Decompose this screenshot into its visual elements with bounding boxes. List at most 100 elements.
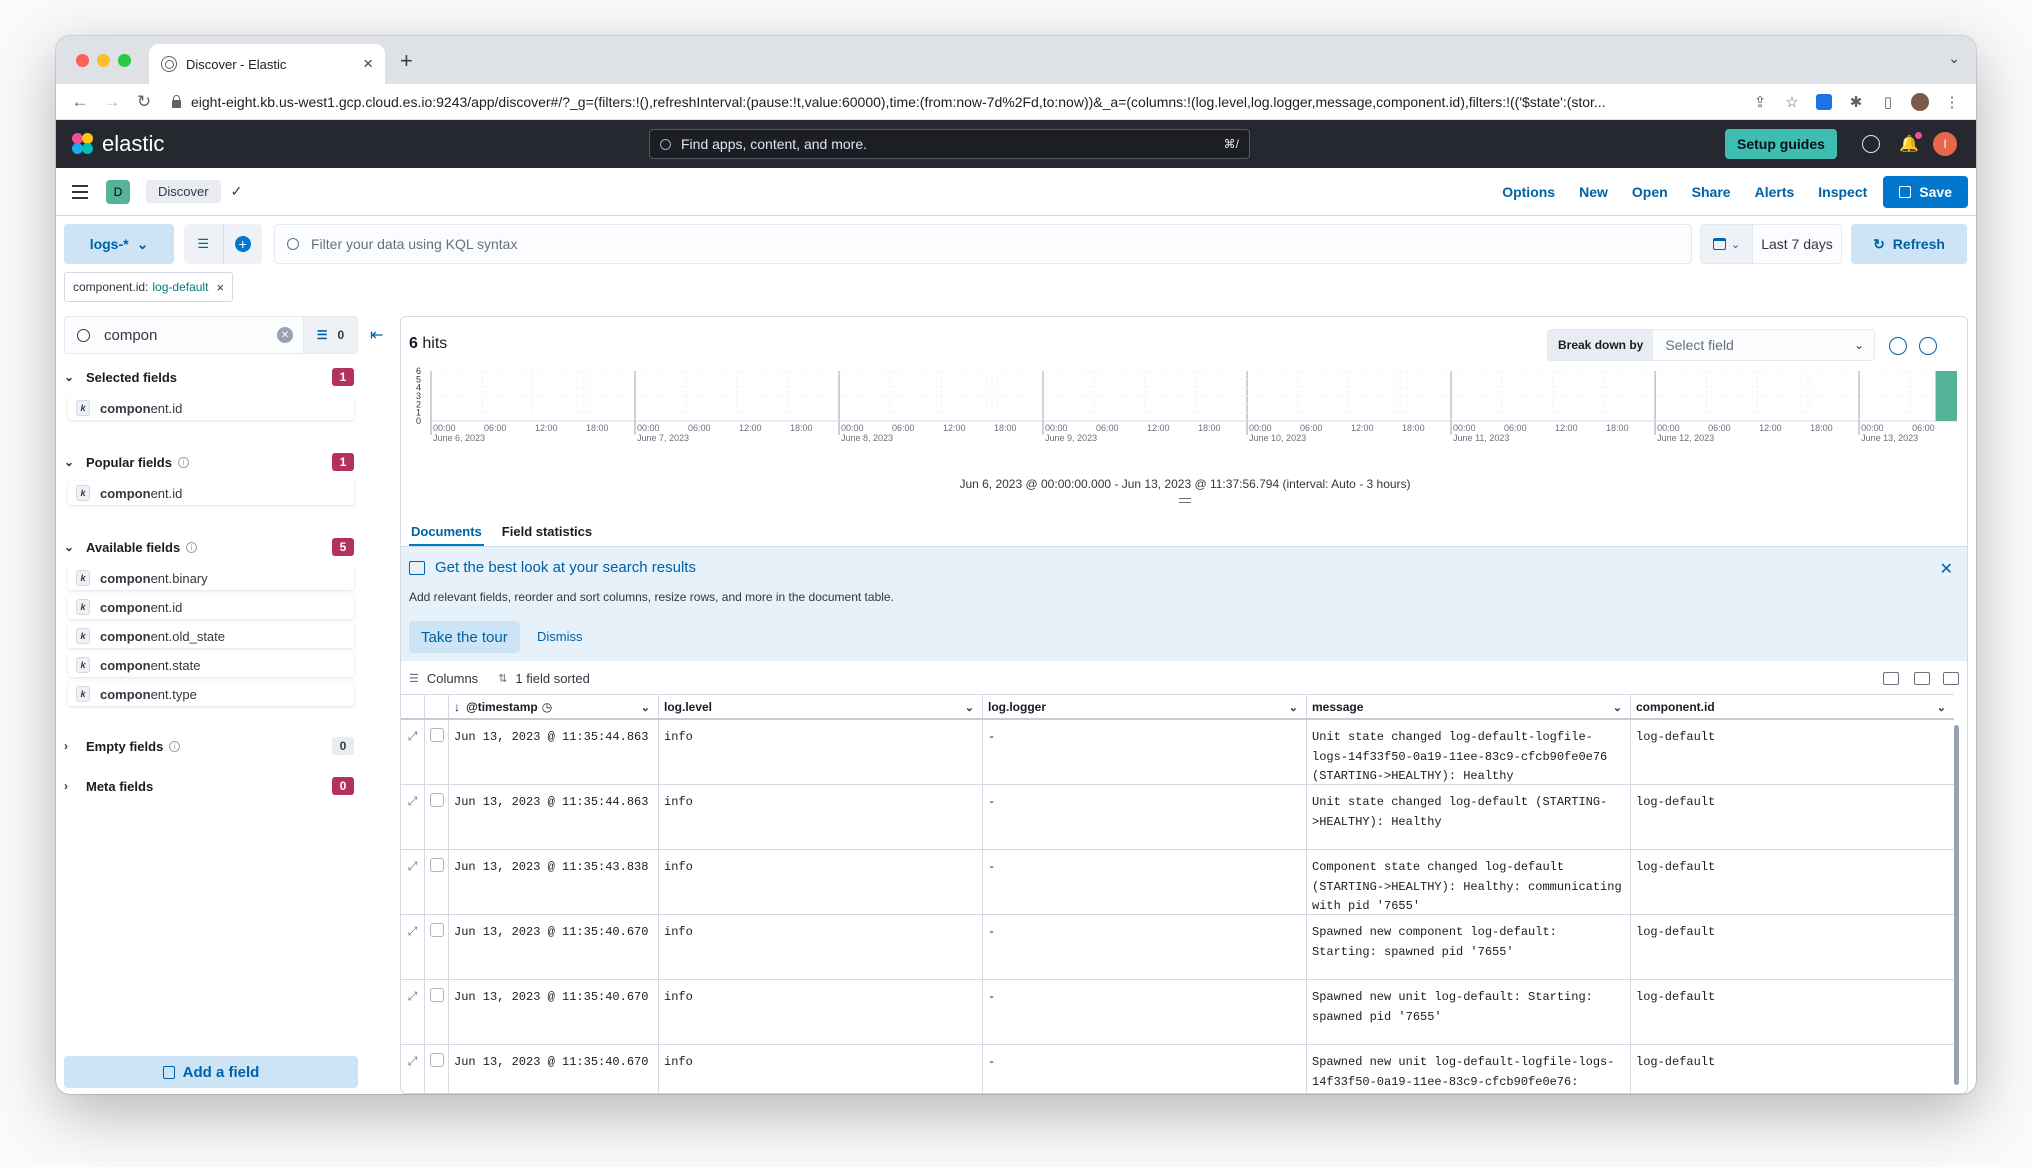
row-checkbox[interactable] [430, 1053, 444, 1067]
news-feed-bell-icon[interactable]: 🔔 [1899, 132, 1922, 154]
bookmark-star-icon[interactable]: ☆ [1778, 88, 1806, 116]
available-fields-section[interactable]: ⌄ Available fields i 5 [64, 535, 358, 559]
row-checkbox[interactable] [430, 793, 444, 807]
chevron-down-icon[interactable]: ⌄ [1613, 701, 1622, 714]
timestamp-cell[interactable]: Jun 13, 2023 @ 11:35:40.670 [449, 980, 659, 1044]
info-icon[interactable]: i [169, 740, 181, 752]
message-cell[interactable]: Spawned new unit log-default: Starting: … [1307, 980, 1631, 1044]
log-logger-cell[interactable]: - [983, 915, 1307, 979]
new-menu-item[interactable]: New [1579, 184, 1608, 200]
timestamp-cell[interactable]: Jun 13, 2023 @ 11:35:43.838 [449, 850, 659, 914]
field-item-component-old-state[interactable]: k compon ent.old_state [68, 624, 354, 648]
expand-row-icon[interactable]: ⤢ [401, 850, 425, 914]
time-picker[interactable]: ⌄ Last 7 days [1700, 224, 1842, 264]
component-id-cell[interactable]: log-default [1631, 1045, 1954, 1093]
table-row[interactable]: ⤢ Jun 13, 2023 @ 11:35:43.838 info - Com… [401, 850, 1954, 915]
log-logger-cell[interactable]: - [983, 850, 1307, 914]
chevron-down-icon[interactable]: ⌄ [1937, 701, 1946, 714]
setup-guides-button[interactable]: Setup guides [1725, 129, 1837, 159]
field-item-component-id[interactable]: k compon ent.id [68, 396, 354, 420]
remove-filter-icon[interactable]: × [216, 280, 224, 295]
message-cell[interactable]: Spawned new unit log-default-logfile-log… [1307, 1045, 1631, 1093]
options-menu-item[interactable]: Options [1502, 184, 1555, 200]
row-checkbox[interactable] [430, 728, 444, 742]
log-level-cell[interactable]: info [659, 720, 983, 784]
timestamp-cell[interactable]: Jun 13, 2023 @ 11:35:40.670 [449, 1045, 659, 1093]
info-icon[interactable]: i [186, 541, 198, 553]
table-row[interactable]: ⤢ Jun 13, 2023 @ 11:35:40.670 info - Spa… [401, 1045, 1954, 1093]
component-id-cell[interactable]: log-default [1631, 720, 1954, 784]
message-cell[interactable]: Unit state changed log-default-logfile-l… [1307, 720, 1631, 784]
breakdown-select[interactable]: Break down by Select field ⌄ [1547, 329, 1875, 361]
save-button[interactable]: Save [1883, 176, 1968, 208]
log-level-cell[interactable]: info [659, 1045, 983, 1093]
space-avatar[interactable]: D [106, 179, 130, 204]
row-checkbox[interactable] [430, 988, 444, 1002]
dismiss-link[interactable]: Dismiss [537, 629, 583, 644]
share-icon[interactable]: ⇪ [1746, 88, 1774, 116]
log-level-cell[interactable]: info [659, 915, 983, 979]
chevron-down-icon[interactable]: ⌄ [641, 701, 650, 714]
new-tab-icon[interactable]: + [400, 48, 413, 74]
log-level-cell[interactable]: info [659, 980, 983, 1044]
filter-pill[interactable]: component.id: log-default × [64, 272, 234, 302]
chevron-down-icon[interactable]: ⌄ [965, 701, 974, 714]
info-icon[interactable]: i [177, 456, 189, 468]
column-header-log-level[interactable]: log.level ⌄ [659, 695, 983, 718]
clear-search-icon[interactable]: ✕ [277, 327, 293, 343]
columns-button[interactable]: ☰ Columns [409, 671, 478, 686]
close-window-button[interactable] [76, 54, 89, 67]
chart-options-icon[interactable] [1889, 337, 1907, 355]
component-id-cell[interactable]: log-default [1631, 915, 1954, 979]
log-logger-cell[interactable]: - [983, 1045, 1307, 1093]
browser-menu-icon[interactable]: ⋮ [1938, 88, 1966, 116]
address-bar[interactable]: eight-eight.kb.us-west1.gcp.cloud.es.io:… [162, 88, 1742, 116]
breadcrumb-discover[interactable]: Discover [146, 180, 221, 203]
collapse-sidebar-icon[interactable]: ⇤ [370, 325, 383, 345]
display-options-icon[interactable] [1914, 672, 1930, 685]
log-logger-cell[interactable]: - [983, 980, 1307, 1044]
column-header-message[interactable]: message ⌄ [1307, 695, 1631, 718]
add-field-button[interactable]: Add a field [64, 1056, 358, 1088]
field-type-filter-button[interactable]: ☰ 0 [303, 317, 357, 353]
component-id-cell[interactable]: log-default [1631, 785, 1954, 849]
close-icon[interactable]: ✕ [1940, 559, 1953, 579]
table-row[interactable]: ⤢ Jun 13, 2023 @ 11:35:40.670 info - Spa… [401, 980, 1954, 1045]
field-item-component-id[interactable]: k compon ent.id [68, 595, 354, 619]
row-checkbox[interactable] [430, 923, 444, 937]
extensions-puzzle-icon[interactable]: ✱ [1842, 88, 1870, 116]
table-row[interactable]: ⤢ Jun 13, 2023 @ 11:35:44.863 info - Uni… [401, 785, 1954, 850]
timestamp-cell[interactable]: Jun 13, 2023 @ 11:35:44.863 [449, 785, 659, 849]
elastic-logo[interactable]: elastic [72, 131, 164, 157]
expand-row-icon[interactable]: ⤢ [401, 915, 425, 979]
profile-avatar[interactable] [1906, 88, 1934, 116]
chevron-down-icon[interactable]: ⌄ [1289, 701, 1298, 714]
column-header-log-logger[interactable]: log.logger ⌄ [983, 695, 1307, 718]
message-cell[interactable]: Unit state changed log-default (STARTING… [1307, 785, 1631, 849]
log-logger-cell[interactable]: - [983, 720, 1307, 784]
timestamp-cell[interactable]: Jun 13, 2023 @ 11:35:40.670 [449, 915, 659, 979]
field-item-component-id[interactable]: k compon ent.id [68, 481, 354, 505]
help-icon[interactable] [1862, 135, 1880, 153]
open-menu-item[interactable]: Open [1632, 184, 1668, 200]
message-cell[interactable]: Spawned new component log-default: Start… [1307, 915, 1631, 979]
reload-icon[interactable]: ↻ [130, 88, 158, 116]
log-level-cell[interactable]: info [659, 785, 983, 849]
back-arrow-icon[interactable]: ← [66, 88, 94, 116]
browser-tab[interactable]: Discover - Elastic × [149, 44, 385, 84]
expand-row-icon[interactable]: ⤢ [401, 980, 425, 1044]
meta-fields-section[interactable]: › Meta fields 0 [64, 774, 358, 798]
log-level-cell[interactable]: info [659, 850, 983, 914]
keyboard-shortcuts-icon[interactable] [1883, 672, 1899, 685]
forward-arrow-icon[interactable]: → [98, 88, 126, 116]
column-header-timestamp[interactable]: ↓ @timestamp ◷ ⌄ [449, 695, 659, 718]
column-header-component-id[interactable]: component.id ⌄ [1631, 695, 1954, 718]
tab-documents[interactable]: Documents [409, 513, 484, 546]
field-item-component-state[interactable]: k compon ent.state [68, 653, 354, 677]
field-item-component-binary[interactable]: k compon ent.binary [68, 566, 354, 590]
refresh-button[interactable]: ↻ Refresh [1851, 224, 1967, 264]
table-row[interactable]: ⤢ Jun 13, 2023 @ 11:35:40.670 info - Spa… [401, 915, 1954, 980]
data-view-picker[interactable]: logs-* ⌄ [64, 224, 174, 264]
kql-search-input[interactable]: Filter your data using KQL syntax [274, 224, 1692, 264]
component-id-cell[interactable]: log-default [1631, 850, 1954, 914]
